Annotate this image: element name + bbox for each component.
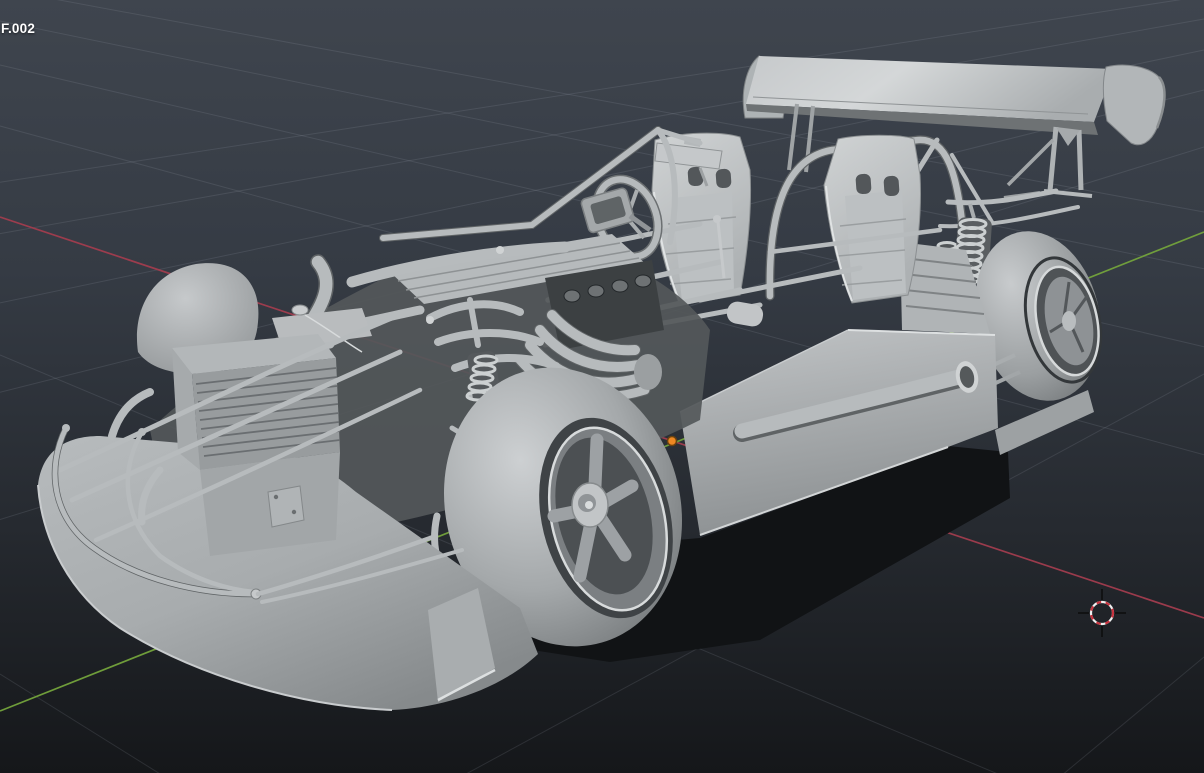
viewport-canvas[interactable] [0, 0, 1204, 773]
active-object-label: F.002 [1, 21, 36, 36]
object-origin-dot [666, 435, 678, 447]
blender-3d-viewport[interactable]: F.002 [0, 0, 1204, 773]
